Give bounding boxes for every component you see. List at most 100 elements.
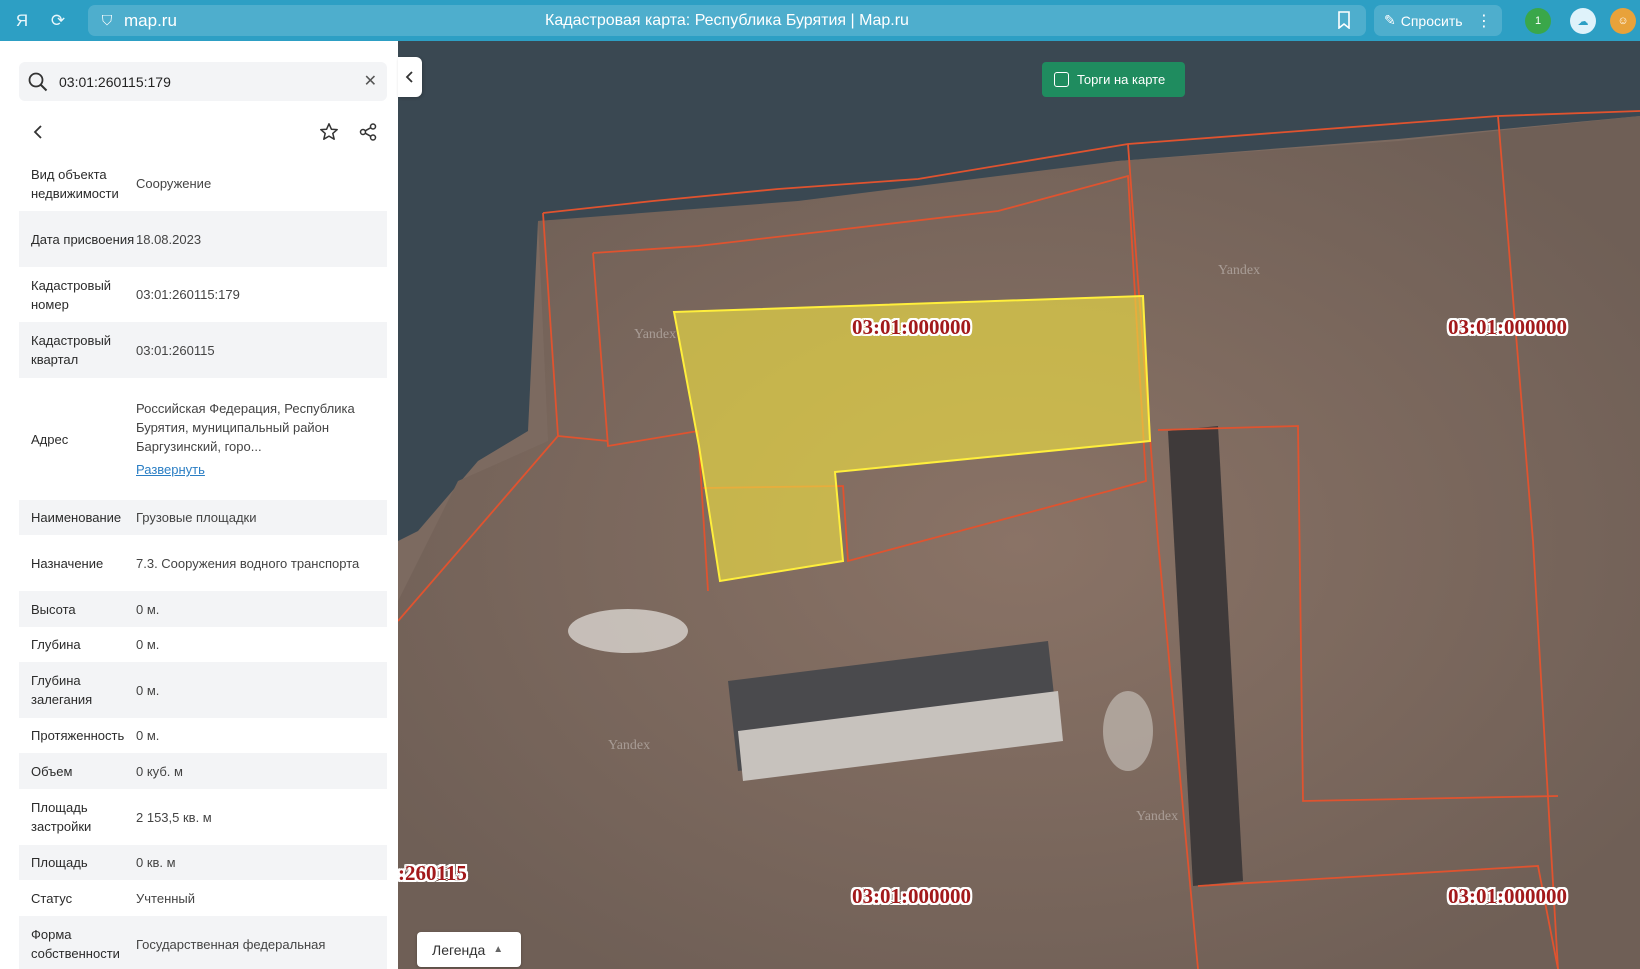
property-key: Назначение [31, 555, 104, 571]
property-value: 0 кв. м [136, 855, 176, 870]
property-value: 0 м. [136, 728, 160, 743]
chevron-left-icon [33, 125, 42, 139]
property-value: Грузовые площадки [136, 510, 257, 525]
expand-link[interactable]: Развернуть [136, 460, 387, 479]
search-icon [28, 72, 48, 91]
cadastral-label[interactable]: 03:01:000000 [1448, 315, 1567, 340]
extension-shield-icon[interactable]: 1 [1525, 8, 1551, 34]
ask-icon: ✎ [1384, 12, 1396, 28]
extension-cloud-icon[interactable]: ☁ [1570, 8, 1596, 34]
cadastral-label[interactable]: 03:01:000000 [852, 315, 971, 340]
property-row: Высота 0 м. [19, 591, 387, 627]
property-row: Протяженность 0 м. [19, 718, 387, 753]
property-row: Глубина залегания 0 м. [19, 662, 387, 718]
snow-patch [568, 609, 688, 653]
property-value: Государственная федеральная [136, 936, 326, 952]
auctions-toggle[interactable]: Торги на карте [1042, 62, 1185, 97]
property-key: Статус [31, 890, 73, 906]
property-value: Российская Федерация, Республика Бурятия… [136, 399, 387, 479]
property-row: Адрес Российская Федерация, Республика Б… [19, 378, 387, 500]
legend-label: Легенда [432, 941, 486, 958]
avatar[interactable]: ☺ [1610, 8, 1636, 34]
ask-button[interactable]: ✎ Спросить ⋮ [1374, 5, 1502, 36]
legend-button[interactable]: Легенда ▲ [417, 932, 521, 967]
auctions-label: Торги на карте [1077, 72, 1166, 87]
property-row: Кадастровый квартал 03:01:260115 [19, 322, 387, 378]
watermark: Yandex [1218, 263, 1261, 278]
property-value: 0 куб. м [136, 763, 183, 779]
property-row: Кадастровый номер 03:01:260115:179 [19, 267, 387, 322]
object-info-panel: ✕ Вид объекта недвижимости Сооружение Да… [0, 41, 398, 969]
property-key: Дата присвоения [31, 231, 135, 247]
back-button[interactable] [19, 113, 57, 151]
property-row: Форма собственности Государственная феде… [19, 916, 387, 969]
property-row: Вид объекта недвижимости Сооружение [19, 156, 387, 211]
auctions-checkbox[interactable] [1054, 72, 1069, 87]
watermark: Yandex [1136, 809, 1179, 824]
bookmark-icon[interactable] [1336, 11, 1352, 29]
property-row: Назначение 7.3. Сооружения водного транс… [19, 535, 387, 591]
shield-icon: ⛉ [101, 12, 113, 28]
extension-badge: 1 [1534, 15, 1542, 27]
cadastral-label[interactable]: :260115 [398, 861, 467, 886]
share-icon [359, 123, 377, 141]
ask-label: Спросить [1400, 12, 1463, 29]
yandex-logo-icon[interactable]: Я [8, 7, 36, 35]
property-key: Кадастровый номер [31, 277, 112, 312]
property-key: Площадь [31, 855, 88, 870]
address-text: Российская Федерация, Республика Бурятия… [136, 401, 355, 454]
star-icon [320, 123, 338, 140]
property-value: 2 153,5 кв. м [136, 809, 212, 825]
property-row: Площадь 0 кв. м [19, 845, 387, 880]
property-key: Глубина залегания [31, 673, 93, 707]
property-value: 0 м. [136, 601, 160, 617]
snow-patch [1103, 691, 1153, 771]
property-key: Протяженность [31, 728, 125, 743]
property-key: Глубина [31, 637, 81, 652]
property-value: 0 м. [136, 682, 160, 698]
address-domain: map.ru [124, 10, 177, 30]
panel-toolbar [19, 113, 387, 153]
address-bar[interactable]: ⛉ map.ru Кадастровая карта: Республика Б… [88, 5, 1366, 36]
property-value: Сооружение [136, 176, 212, 191]
property-value: 0 м. [136, 637, 160, 652]
property-row: Наименование Грузовые площадки [19, 500, 387, 535]
browser-toolbar: Я ⟳ ⛉ map.ru Кадастровая карта: Республи… [0, 0, 1640, 41]
property-value: Учтенный [136, 890, 196, 906]
property-value: 03:01:260115 [136, 342, 215, 358]
cadastral-label[interactable]: 03:01:000000 [852, 884, 971, 909]
property-row: Дата присвоения 18.08.2023 [19, 211, 387, 267]
property-value: 7.3. Сооружения водного транспорта [136, 555, 360, 571]
cadastral-label[interactable]: 03:01:000000 [1448, 884, 1567, 909]
page-title: Кадастровая карта: Республика Бурятия | … [545, 11, 909, 29]
search-box: ✕ [19, 62, 387, 101]
favorite-button[interactable] [311, 113, 347, 151]
property-row: Площадь застройки 2 153,5 кв. м [19, 789, 387, 845]
search-input[interactable] [59, 73, 339, 90]
property-key: Площадь застройки [31, 800, 92, 834]
property-key: Объем [31, 763, 73, 779]
chevron-up-icon: ▲ [493, 944, 504, 955]
cadastral-map[interactable]: Yandex Yandex Yandex Yandex 03:01:000000… [398, 41, 1640, 969]
close-icon[interactable]: ✕ [364, 71, 377, 91]
property-row: Глубина 0 м. [19, 627, 387, 662]
property-key: Адрес [31, 431, 69, 447]
property-value: 03:01:260115:179 [136, 287, 240, 302]
property-value: 18.08.2023 [136, 231, 202, 247]
watermark: Yandex [634, 327, 677, 342]
chevron-left-icon [405, 71, 413, 83]
property-key: Вид объекта недвижимости [31, 166, 119, 201]
more-icon[interactable]: ⋮ [1476, 11, 1492, 31]
property-key: Высота [31, 601, 76, 617]
property-key: Форма собственности [31, 927, 120, 961]
pier-land [398, 116, 1640, 969]
reload-icon[interactable]: ⟳ [44, 7, 72, 35]
map-canvas [398, 41, 1640, 969]
property-key: Кадастровый квартал [31, 333, 112, 367]
property-table: Вид объекта недвижимости Сооружение Дата… [19, 156, 387, 969]
property-row: Статус Учтенный [19, 880, 387, 916]
collapse-panel-button[interactable] [398, 57, 422, 97]
property-row: Объем 0 куб. м [19, 753, 387, 789]
share-button[interactable] [350, 113, 386, 151]
watermark: Yandex [608, 738, 651, 753]
